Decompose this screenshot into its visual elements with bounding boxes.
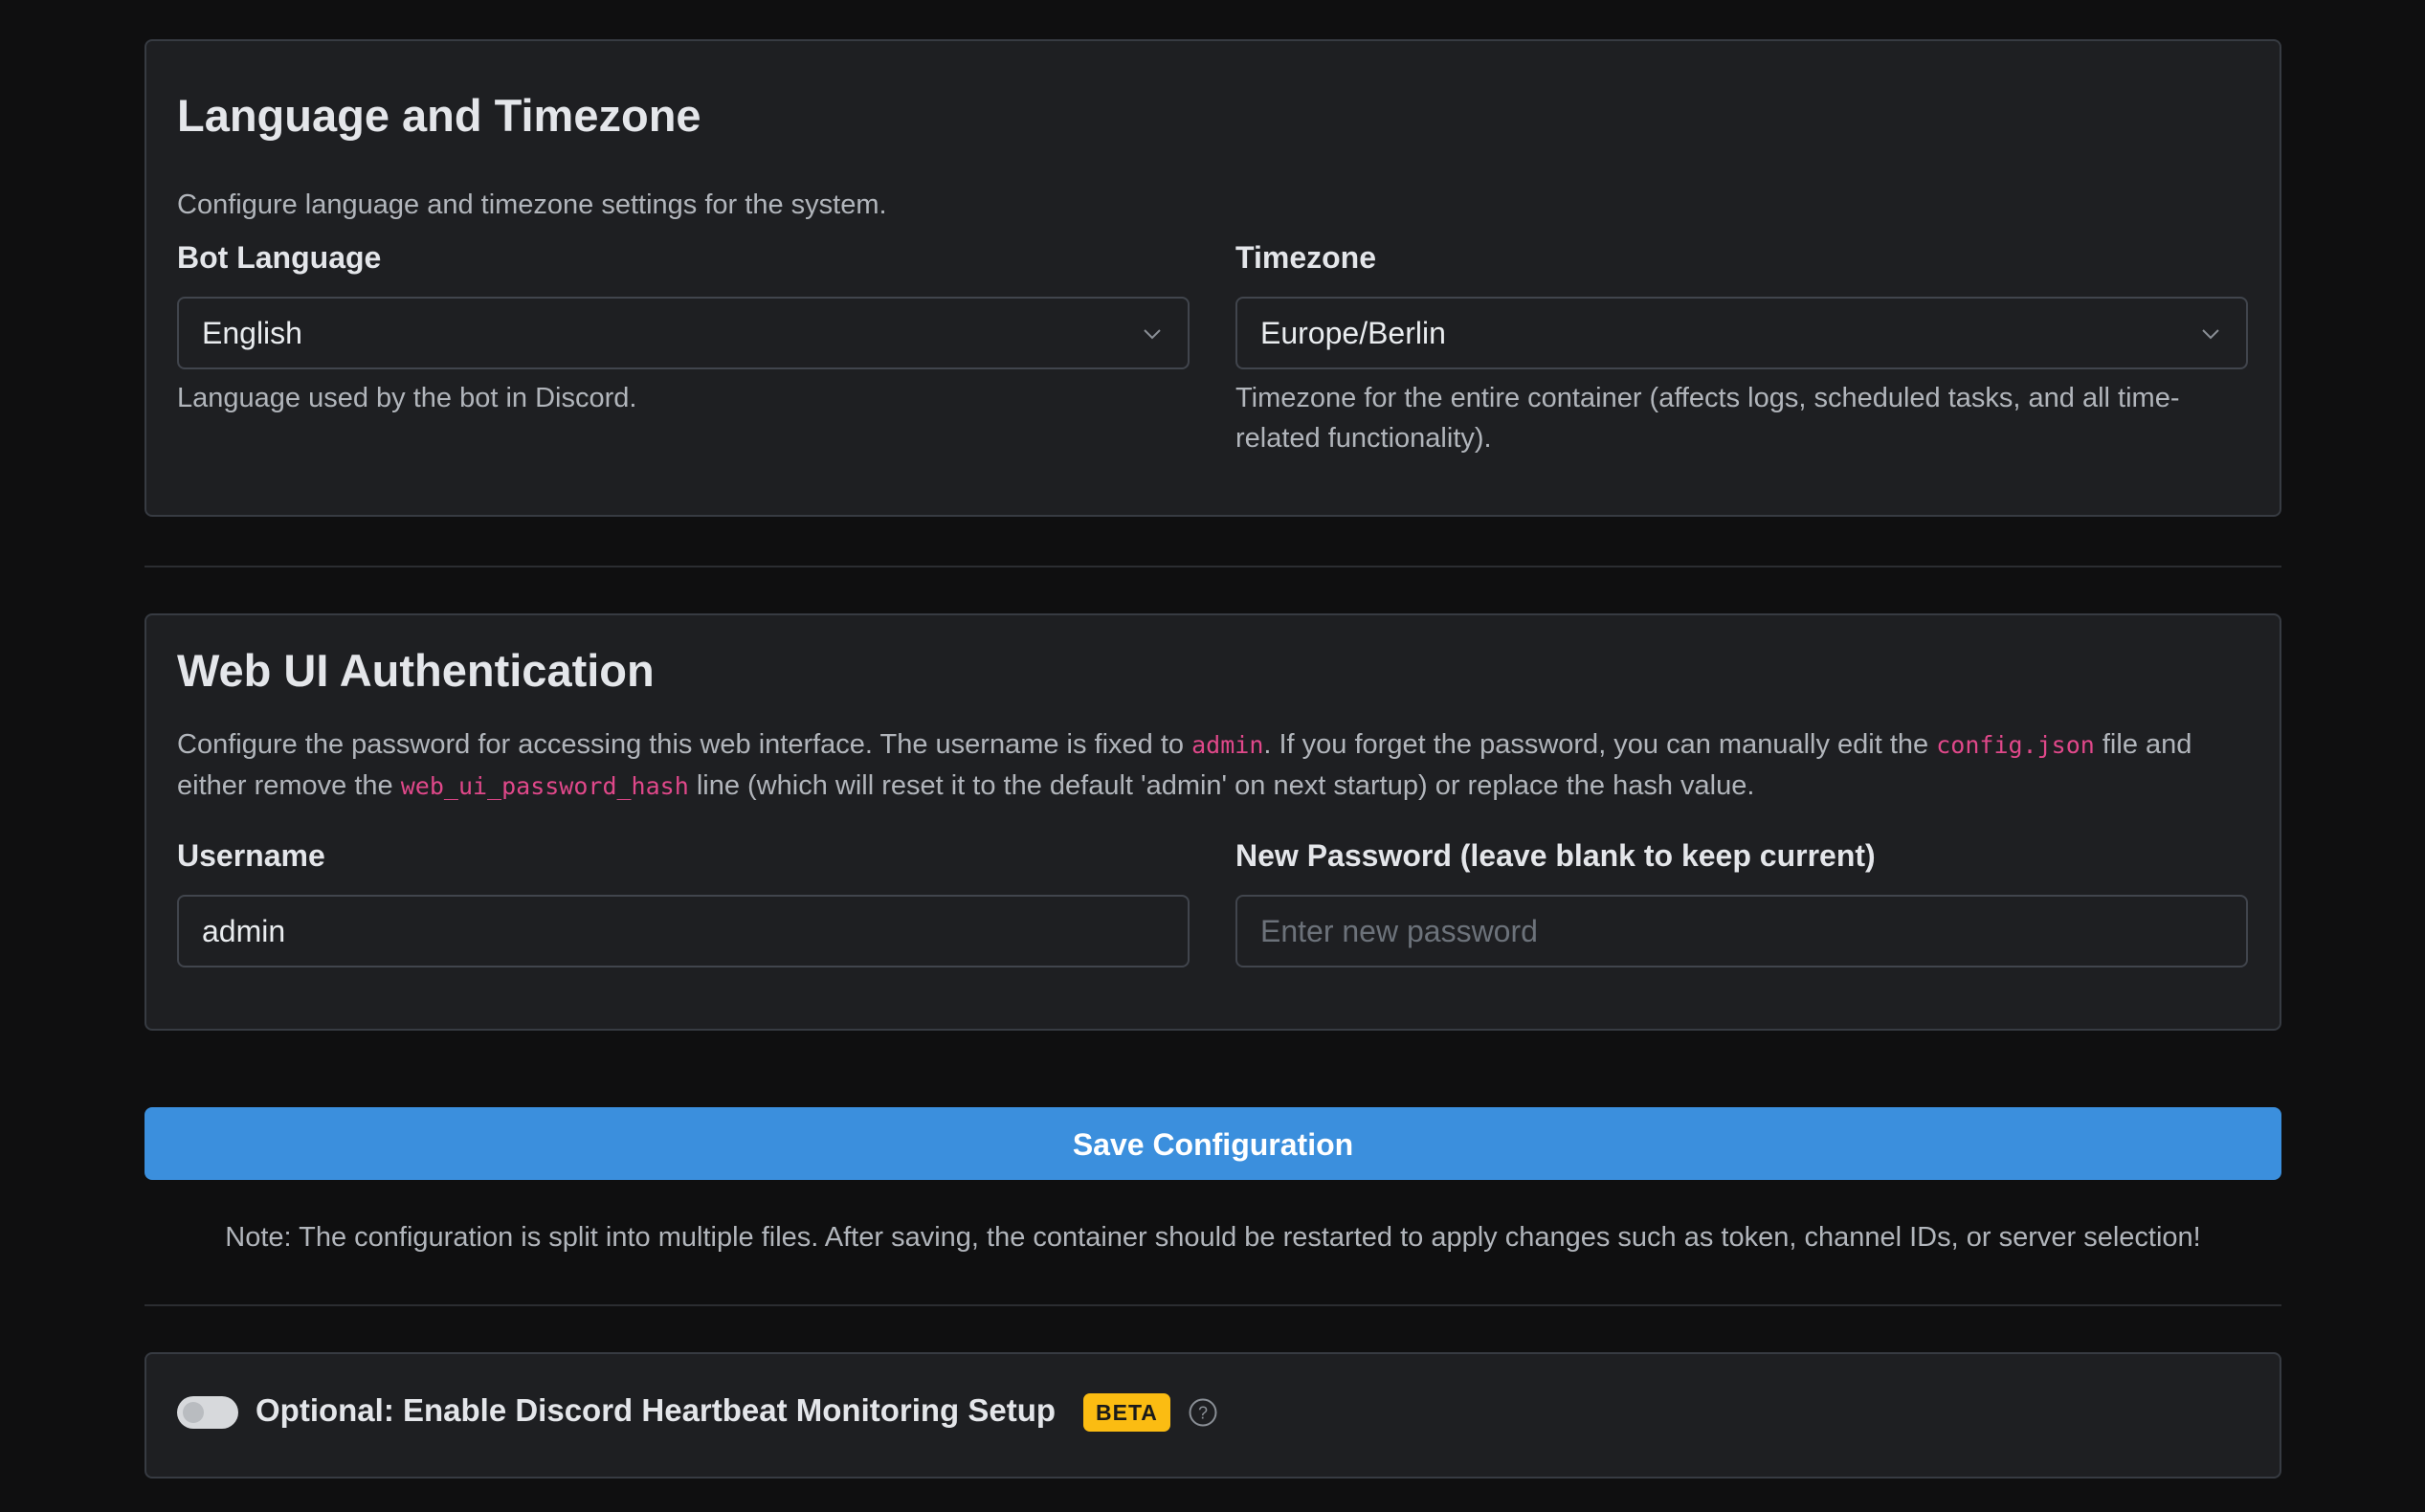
- description-text: Configure the password for accessing thi…: [177, 729, 1192, 760]
- web-ui-auth-card: Web UI Authentication Configure the pass…: [145, 613, 2281, 1031]
- config-file-code: config.json: [1936, 731, 2095, 759]
- save-configuration-button[interactable]: Save Configuration: [145, 1107, 2281, 1180]
- bot-language-select[interactable]: English: [177, 297, 1190, 369]
- svg-text:?: ?: [1198, 1404, 1208, 1423]
- section-divider: [145, 566, 2281, 567]
- description-text: file and: [2094, 729, 2192, 760]
- timezone-help-line1: Timezone for the entire container (affec…: [1235, 383, 2180, 413]
- language-timezone-title: Language and Timezone: [177, 90, 701, 141]
- bot-language-value: English: [202, 316, 302, 350]
- language-timezone-card: Language and Timezone Configure language…: [145, 39, 2281, 517]
- section-divider: [145, 1304, 2281, 1306]
- heartbeat-toggle[interactable]: [177, 1396, 238, 1429]
- bot-language-label: Bot Language: [177, 240, 382, 275]
- username-label: Username: [177, 838, 325, 873]
- restart-note: Note: The configuration is split into mu…: [225, 1222, 2201, 1253]
- username-input[interactable]: admin: [177, 895, 1190, 967]
- web-ui-auth-description: Configure the password for accessing thi…: [177, 724, 2249, 807]
- question-circle-icon[interactable]: ?: [1188, 1397, 1218, 1428]
- description-text: . If you forget the password, you can ma…: [1263, 729, 1937, 760]
- heartbeat-card: Optional: Enable Discord Heartbeat Monit…: [145, 1352, 2281, 1479]
- heartbeat-label[interactable]: Optional: Enable Discord Heartbeat Monit…: [256, 1392, 1056, 1429]
- username-code: admin: [1191, 731, 1264, 759]
- timezone-help-line2: related functionality).: [1235, 423, 1492, 454]
- web-ui-auth-description-line2: either remove the web_ui_password_hash l…: [177, 766, 2249, 807]
- chevron-down-icon: [2202, 329, 2219, 340]
- timezone-label: Timezone: [1235, 240, 1376, 275]
- description-text: line (which will reset it to the default…: [688, 770, 1755, 801]
- new-password-placeholder: Enter new password: [1260, 914, 1538, 948]
- timezone-help: Timezone for the entire container (affec…: [1235, 378, 2248, 458]
- chevron-down-icon: [1144, 329, 1161, 340]
- description-text: either remove the: [177, 770, 401, 801]
- web-ui-auth-description-line1: Configure the password for accessing thi…: [177, 724, 2249, 766]
- language-timezone-description: Configure language and timezone settings…: [177, 189, 887, 220]
- toggle-knob: [183, 1402, 204, 1423]
- web-ui-auth-title: Web UI Authentication: [177, 645, 655, 696]
- timezone-select[interactable]: Europe/Berlin: [1235, 297, 2248, 369]
- beta-badge: BETA: [1083, 1393, 1170, 1432]
- password-hash-code: web_ui_password_hash: [400, 772, 689, 800]
- timezone-value: Europe/Berlin: [1260, 316, 1446, 350]
- new-password-label: New Password (leave blank to keep curren…: [1235, 838, 1876, 873]
- bot-language-help: Language used by the bot in Discord.: [177, 383, 637, 413]
- username-value: admin: [202, 914, 286, 948]
- new-password-input[interactable]: Enter new password: [1235, 895, 2248, 967]
